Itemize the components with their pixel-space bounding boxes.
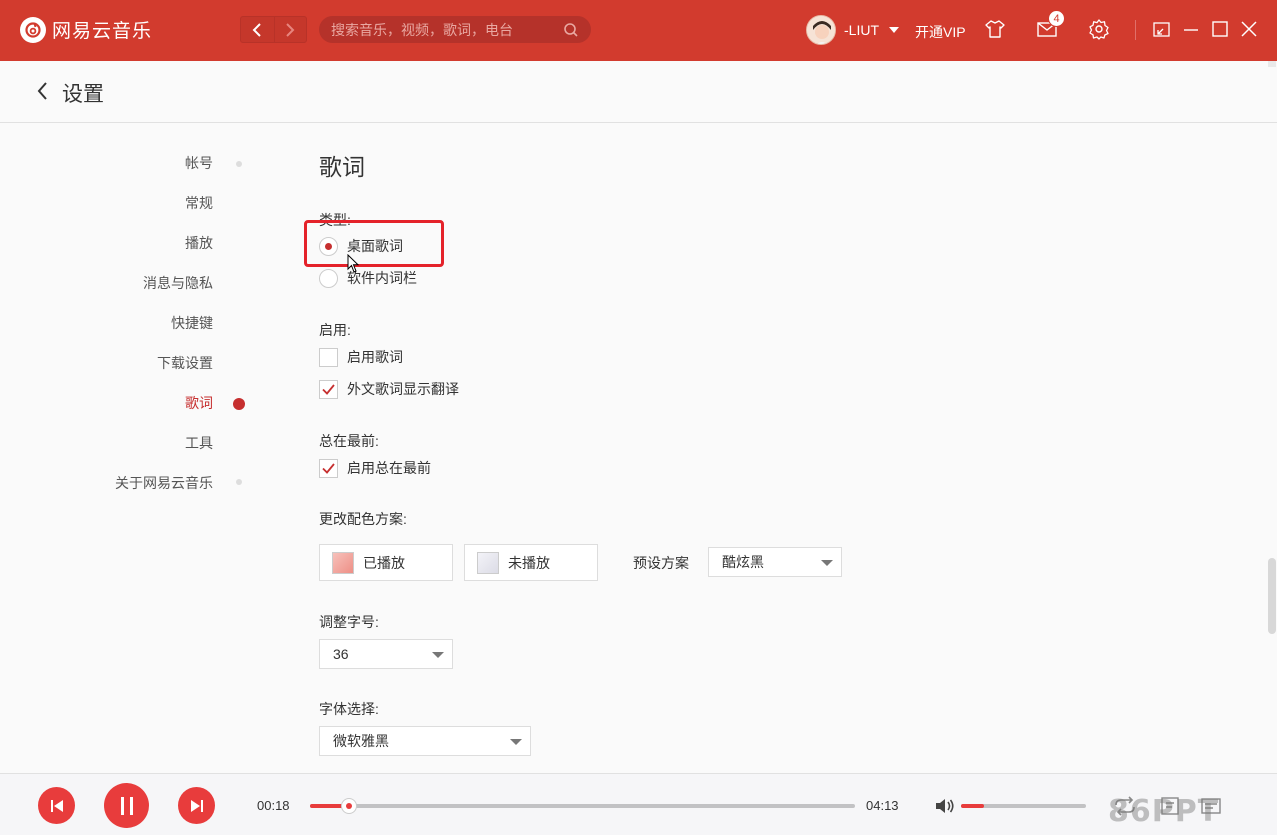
sidebar-dot <box>236 479 242 485</box>
history-nav <box>240 16 307 43</box>
next-icon <box>190 799 203 812</box>
username[interactable]: -LIUT <box>844 22 879 38</box>
font-family-label: 字体选择: <box>319 701 379 717</box>
gear-icon[interactable] <box>1088 18 1110 40</box>
sidebar-item-download[interactable]: 下载设置 <box>157 353 213 373</box>
scrollbar-thumb[interactable] <box>1268 558 1276 634</box>
check-icon <box>322 383 335 395</box>
sidebar-item-privacy[interactable]: 消息与隐私 <box>143 273 213 293</box>
sidebar-dot <box>236 161 242 167</box>
user-menu[interactable]: -LIUT <box>806 15 899 45</box>
played-color-swatch <box>332 551 354 574</box>
volume-slider[interactable] <box>961 804 1086 808</box>
font-size-label: 调整字号: <box>319 614 379 630</box>
font-size-value: 36 <box>333 646 349 662</box>
unplayed-color-label: 未播放 <box>508 554 550 571</box>
checkbox-always-on-top[interactable]: 启用总在最前 <box>319 458 431 478</box>
checkbox[interactable] <box>319 458 338 478</box>
page-title: 设置 <box>62 83 104 106</box>
sidebar-item-playback[interactable]: 播放 <box>185 233 213 253</box>
sidebar-item-general[interactable]: 常规 <box>185 193 213 213</box>
chevron-right-icon <box>286 22 295 37</box>
checkbox-label: 启用歌词 <box>347 349 403 365</box>
sidebar-item-lyrics[interactable]: 歌词 <box>185 393 213 413</box>
preset-label: 预设方案 <box>633 555 689 571</box>
scrollbar-track <box>1268 61 1276 67</box>
unplayed-color-button[interactable]: 未播放 <box>464 544 598 581</box>
sidebar-item-account[interactable]: 帐号 <box>185 153 213 173</box>
previous-button[interactable] <box>38 787 75 824</box>
preset-select[interactable]: 酷炫黑 <box>708 547 842 577</box>
chevron-down-icon <box>432 652 444 658</box>
mini-mode-icon[interactable] <box>1151 18 1173 40</box>
divider <box>1135 20 1136 40</box>
checkbox-show-translation[interactable]: 外文歌词显示翻译 <box>319 379 459 399</box>
sidebar-item-tools[interactable]: 工具 <box>185 433 213 453</box>
sidebar-item-shortcuts[interactable]: 快捷键 <box>171 313 213 333</box>
font-family-value: 微软雅黑 <box>333 733 389 749</box>
volume-icon[interactable] <box>934 797 956 815</box>
app-name: 网易云音乐 <box>52 21 153 42</box>
minimize-icon[interactable] <box>1180 18 1202 40</box>
unplayed-color-swatch <box>477 551 499 574</box>
search-box[interactable]: 搜索音乐，视频，歌词，电台 <box>319 16 591 43</box>
app-logo[interactable]: 网易云音乐 <box>20 16 152 43</box>
section-title: 歌词 <box>319 154 365 180</box>
radio-in-app-lyrics[interactable]: 软件内词栏 <box>319 268 417 288</box>
avatar[interactable] <box>806 15 836 45</box>
volume-fill <box>961 804 984 808</box>
played-color-label: 已播放 <box>363 554 405 571</box>
netease-music-icon <box>20 16 46 43</box>
player-bar: 00:18 04:13 86PPT <box>0 773 1277 835</box>
skin-icon[interactable] <box>984 18 1006 40</box>
settings-header: 设置 <box>0 61 1277 123</box>
enable-label: 启用: <box>319 322 351 338</box>
radio-button[interactable] <box>319 268 338 288</box>
title-bar: 网易云音乐 搜索音乐，视频，歌词，电台 -LIUT 开通VIP 4 <box>0 0 1277 61</box>
close-icon[interactable] <box>1238 18 1260 40</box>
preset-value: 酷炫黑 <box>722 554 764 570</box>
chevron-down-icon <box>510 739 522 745</box>
sidebar-item-about[interactable]: 关于网易云音乐 <box>115 473 213 493</box>
next-button[interactable] <box>178 787 215 824</box>
pause-button[interactable] <box>104 783 149 828</box>
vip-link[interactable]: 开通VIP <box>915 22 966 42</box>
chevron-left-icon <box>252 22 261 37</box>
maximize-icon[interactable] <box>1209 18 1231 40</box>
search-input[interactable]: 搜索音乐，视频，歌词，电台 <box>331 20 563 40</box>
previous-icon <box>50 799 63 812</box>
pause-icon <box>120 796 133 815</box>
current-time: 00:18 <box>257 798 290 813</box>
mail-count-badge: 4 <box>1048 10 1065 27</box>
watermark: 86PPT <box>1108 794 1220 829</box>
checkbox-label: 启用总在最前 <box>347 460 431 476</box>
played-color-button[interactable]: 已播放 <box>319 544 453 581</box>
search-icon[interactable] <box>563 22 579 38</box>
back-icon[interactable] <box>34 79 52 103</box>
checkbox-enable-lyrics[interactable]: 启用歌词 <box>319 347 403 367</box>
sidebar-active-dot <box>233 398 245 410</box>
font-size-select[interactable]: 36 <box>319 639 453 669</box>
chevron-down-icon <box>821 560 833 566</box>
checkbox-label: 外文歌词显示翻译 <box>347 381 459 397</box>
check-icon <box>322 462 335 474</box>
checkbox[interactable] <box>319 347 338 367</box>
highlight-annotation <box>304 220 444 267</box>
font-family-select[interactable]: 微软雅黑 <box>319 726 531 756</box>
forward-nav-button[interactable] <box>273 17 307 42</box>
color-scheme-label: 更改配色方案: <box>319 511 407 527</box>
mouse-cursor-icon <box>347 254 360 273</box>
progress-bar[interactable] <box>310 798 855 814</box>
ontop-label: 总在最前: <box>319 433 379 449</box>
checkbox[interactable] <box>319 379 338 399</box>
back-nav-button[interactable] <box>241 17 274 42</box>
total-time: 04:13 <box>866 798 899 813</box>
chevron-down-icon[interactable] <box>889 27 899 33</box>
progress-handle[interactable] <box>341 798 358 814</box>
